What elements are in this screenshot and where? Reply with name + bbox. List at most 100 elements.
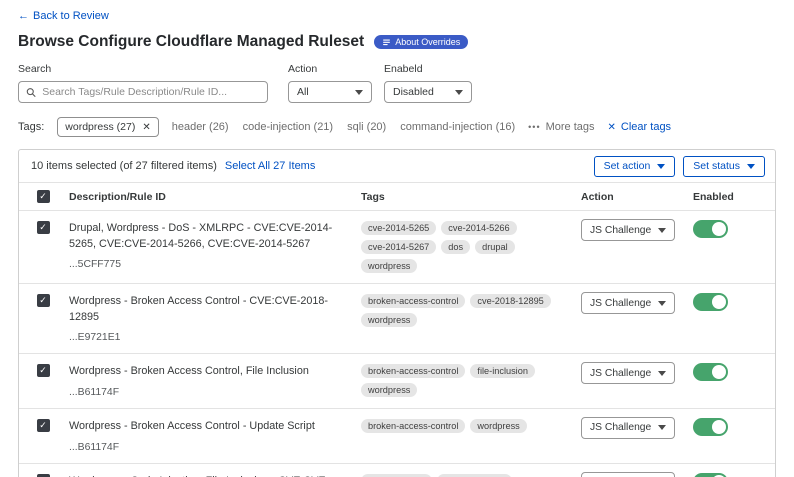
tag-pill[interactable]: broken-access-control (361, 419, 465, 433)
more-tags-button[interactable]: ••• More tags (528, 121, 594, 133)
row-checkbox[interactable]: ✓ (37, 419, 50, 432)
action-select[interactable]: All (288, 81, 372, 103)
toggle-knob (712, 365, 726, 379)
chevron-down-icon (658, 301, 666, 306)
rule-description: Wordpress - Broken Access Control - CVE:… (69, 294, 349, 325)
tag-pill[interactable]: cve-2014-5266 (441, 221, 516, 235)
tag-pill[interactable]: cve-2018-12895 (470, 294, 550, 308)
tag-pill[interactable]: code-injection (361, 474, 432, 477)
tag-pill[interactable]: wordpress (361, 383, 417, 397)
clear-tags-button[interactable]: ✕ Clear tags (608, 121, 672, 133)
tags-bar: Tags: wordpress (27) ✕ header (26)code-i… (18, 117, 776, 137)
tag-pill[interactable]: cve-2019-8942 (437, 474, 512, 477)
select-all-link[interactable]: Select All 27 Items (225, 160, 316, 172)
rule-tags: broken-access-control file-inclusion wordp… (359, 354, 579, 408)
chevron-down-icon (658, 228, 666, 233)
row-checkbox[interactable]: ✓ (37, 294, 50, 307)
chevron-down-icon (455, 90, 463, 95)
back-link[interactable]: ← Back to Review (18, 10, 109, 22)
enabled-filter: Enabeld Disabled (384, 63, 472, 103)
remove-tag-icon[interactable]: ✕ (142, 122, 150, 133)
column-header-description: Description/Rule ID (67, 191, 359, 203)
check-icon: ✓ (39, 421, 47, 430)
enabled-toggle[interactable] (693, 363, 728, 381)
row-action-select[interactable]: JS Challenge (581, 472, 675, 477)
row-checkbox[interactable]: ✓ (37, 364, 50, 377)
set-status-button[interactable]: Set status (683, 156, 765, 177)
search-box (18, 81, 268, 103)
rule-id: ...5CFF775 (69, 259, 349, 270)
check-icon: ✓ (39, 296, 47, 305)
title-row: Browse Configure Cloudflare Managed Rule… (18, 33, 776, 51)
tag-pill[interactable]: wordpress (361, 259, 417, 273)
document-icon (382, 38, 391, 47)
enabled-toggle[interactable] (693, 220, 728, 238)
action-filter: Action All (288, 63, 372, 103)
column-header-action: Action (579, 191, 691, 203)
enabled-toggle[interactable] (693, 418, 728, 436)
action-label: Action (288, 63, 372, 75)
table-row: ✓ Wordpress - Broken Access Control - Up… (19, 408, 775, 463)
action-select-value: All (297, 86, 309, 98)
tag-option[interactable]: code-injection (21) (243, 121, 334, 133)
clear-tags-icon: ✕ (608, 122, 616, 133)
rule-tags: broken-access-control wordpress (359, 409, 579, 463)
tag-pill[interactable]: broken-access-control (361, 294, 465, 308)
tag-option[interactable]: sqli (20) (347, 121, 386, 133)
selected-tag-label: wordpress (27) (65, 121, 135, 133)
chevron-down-icon (657, 164, 665, 169)
rule-description: Drupal, Wordpress - DoS - XMLRPC - CVE:C… (69, 221, 349, 252)
search-filter: Search (18, 63, 268, 103)
more-tags-label: More tags (546, 121, 595, 133)
table-row: ✓ Wordpress - Code Injection, File Inclu… (19, 463, 775, 477)
selected-tag-chip[interactable]: wordpress (27) ✕ (57, 117, 158, 137)
rule-id: ...B61174F (69, 442, 349, 453)
rule-description: Wordpress - Code Injection, File Inclusi… (69, 474, 349, 477)
row-action-select[interactable]: JS Challenge (581, 362, 675, 384)
page: ← Back to Review Browse Configure Cloudf… (0, 0, 794, 477)
tag-pill[interactable]: wordpress (361, 313, 417, 327)
tag-pill[interactable]: cve-2014-5265 (361, 221, 436, 235)
tag-option[interactable]: command-injection (16) (400, 121, 515, 133)
tag-pill[interactable]: wordpress (470, 419, 526, 433)
about-overrides-label: About Overrides (395, 38, 460, 47)
column-header-tags: Tags (359, 191, 579, 203)
clear-tags-label: Clear tags (621, 121, 671, 133)
enabled-select[interactable]: Disabled (384, 81, 472, 103)
tag-options: header (26) code-injection (21) sqli (20) c… (172, 121, 515, 133)
row-action-select[interactable]: JS Challenge (581, 292, 675, 314)
check-icon: ✓ (39, 192, 47, 201)
tag-pill[interactable]: file-inclusion (470, 364, 535, 378)
row-action-select[interactable]: JS Challenge (581, 219, 675, 241)
row-checkbox[interactable]: ✓ (37, 474, 50, 477)
select-all-checkbox[interactable]: ✓ (37, 190, 50, 203)
row-checkbox[interactable]: ✓ (37, 221, 50, 234)
tag-pill[interactable]: broken-access-control (361, 364, 465, 378)
check-icon: ✓ (39, 366, 47, 375)
rule-tags: broken-access-control cve-2018-12895 wordp… (359, 284, 579, 353)
toggle-knob (712, 295, 726, 309)
tag-pill[interactable]: drupal (475, 240, 515, 254)
enabled-select-value: Disabled (393, 86, 434, 98)
back-arrow-icon: ← (18, 10, 29, 22)
column-header-enabled: Enabled (691, 191, 775, 203)
row-action-select[interactable]: JS Challenge (581, 417, 675, 439)
page-title: Browse Configure Cloudflare Managed Rule… (18, 33, 364, 51)
rule-description: Wordpress - Broken Access Control - Upda… (69, 419, 349, 435)
enabled-toggle[interactable] (693, 293, 728, 311)
enabled-toggle[interactable] (693, 473, 728, 477)
tag-pill[interactable]: dos (441, 240, 470, 254)
search-icon (26, 87, 36, 98)
tag-pill[interactable]: cve-2014-5267 (361, 240, 436, 254)
set-action-button[interactable]: Set action (594, 156, 676, 177)
rule-description: Wordpress - Broken Access Control, File … (69, 364, 349, 380)
row-action-value: JS Challenge (590, 225, 651, 236)
search-input[interactable] (42, 86, 260, 98)
about-overrides-badge[interactable]: About Overrides (374, 35, 468, 49)
tag-option[interactable]: header (26) (172, 121, 229, 133)
ruleset-table: 10 items selected (of 27 filtered items)… (18, 149, 776, 477)
chevron-down-icon (658, 371, 666, 376)
rule-tags: code-injectioncve-2019-8942cve-2019-8943… (359, 464, 579, 477)
rule-tags: cve-2014-5265 cve-2014-5266 cve-2014-5267 d… (359, 211, 579, 283)
selection-bar: 10 items selected (of 27 filtered items)… (19, 150, 775, 182)
